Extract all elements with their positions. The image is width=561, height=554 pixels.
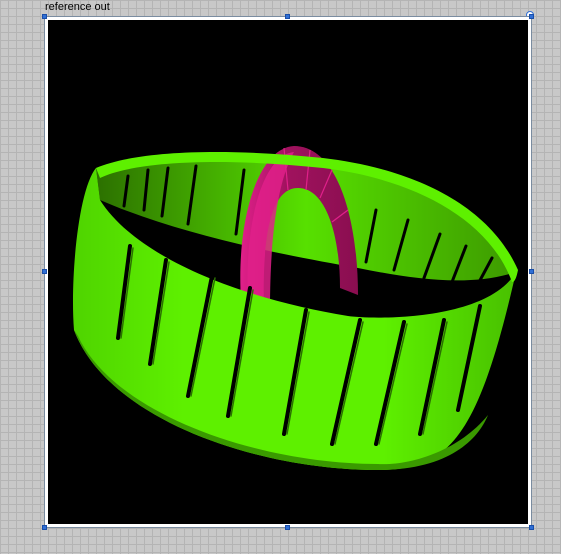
resize-handle-bottom-right-icon[interactable] <box>529 525 534 530</box>
3d-scene <box>72 146 518 470</box>
resize-handle-bottom-middle-icon[interactable] <box>285 525 290 530</box>
resize-handle-middle-left-icon[interactable] <box>42 269 47 274</box>
3d-viewport[interactable] <box>48 20 528 524</box>
image-display-frame[interactable] <box>44 16 532 528</box>
resize-handle-top-middle-icon[interactable] <box>285 14 290 19</box>
resize-handle-middle-right-icon[interactable] <box>529 269 534 274</box>
resize-handle-top-left-icon[interactable] <box>42 14 47 19</box>
resize-handle-bottom-left-icon[interactable] <box>42 525 47 530</box>
control-label: reference out <box>45 1 110 13</box>
resize-handle-top-right-icon[interactable] <box>529 14 534 19</box>
